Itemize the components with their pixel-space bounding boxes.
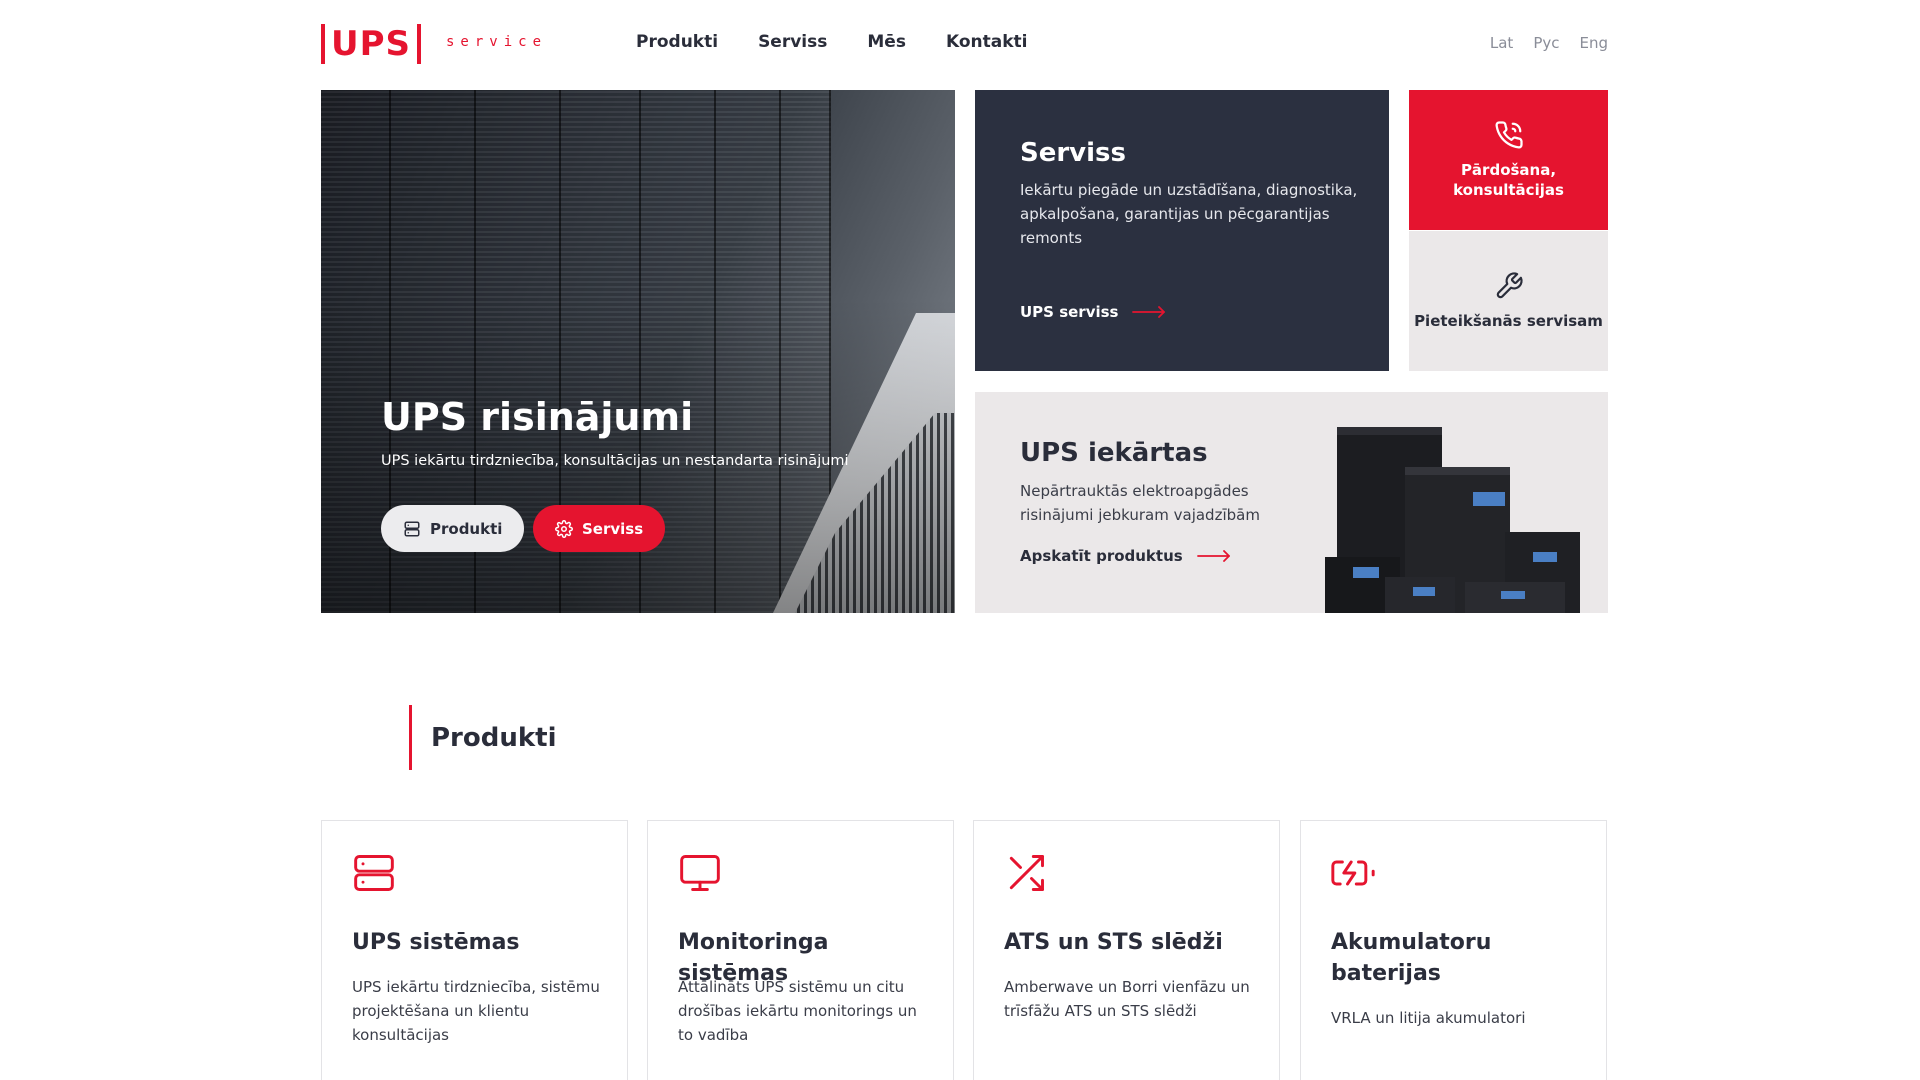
wrench-icon [1496, 272, 1523, 299]
hero-products-button[interactable]: Produkti [381, 505, 525, 552]
language-switcher: Lat Рус Eng [1490, 34, 1608, 52]
service-request-label: Pieteikšanās servisam [1414, 312, 1603, 330]
server-icon [354, 855, 394, 891]
gear-icon [555, 519, 573, 538]
monitor-icon [680, 855, 720, 891]
lang-eng[interactable]: Eng [1579, 34, 1608, 52]
product-card-title: UPS sistēmas [352, 930, 520, 955]
nav-item-kontakti[interactable]: Kontakti [946, 32, 1028, 52]
products-section-heading: Produkti [409, 705, 557, 770]
product-card-monitoring[interactable]: Monitoringa sistēmas Attālināts UPS sist… [647, 820, 954, 1080]
lang-rus[interactable]: Рус [1533, 34, 1559, 52]
nav-item-serviss[interactable]: Serviss [758, 32, 827, 52]
ups-units-image [1325, 427, 1580, 613]
product-card-title: ATS un STS slēdži [1004, 930, 1223, 955]
hero-title: UPS risinājumi [381, 395, 694, 439]
service-request-tile[interactable]: Pieteikšanās servisam [1409, 231, 1608, 371]
hero-subtitle: UPS iekārtu tirdzniecība, konsultācijas … [381, 453, 849, 469]
product-card-title: Akumulatoru baterijas [1331, 930, 1492, 986]
shuffle-icon [1009, 855, 1044, 891]
battery-charging-icon [1331, 860, 1375, 886]
hero-banner: UPS risinājumi UPS iekārtu tirdzniecība,… [321, 90, 955, 613]
service-card-text: Iekārtu piegāde un uzstādīšana, diagnost… [1020, 181, 1358, 247]
equipment-card-link-label: Apskatīt produktus [1020, 547, 1183, 565]
product-card-ups-systems[interactable]: UPS sistēmas UPS iekārtu tirdzniecība, s… [321, 820, 628, 1080]
logo[interactable]: UPS [321, 24, 422, 64]
sales-consultation-tile[interactable]: Pārdošana, konsultācijas [1409, 90, 1608, 230]
product-card-description: Attālināts UPS sistēmu un citu drošības … [678, 978, 917, 1044]
arrow-right-icon [1196, 550, 1230, 562]
site-header: UPS service Produkti Serviss Mēs Kontakt… [321, 24, 1608, 64]
nav-item-mes[interactable]: Mēs [867, 32, 906, 52]
equipment-card-text: Nepārtrauktās elektroapgādes risinājumi … [1020, 482, 1260, 524]
hero-products-button-label: Produkti [430, 519, 503, 538]
product-card-description: VRLA un litija akumulatori [1331, 1009, 1526, 1027]
service-card-link[interactable]: UPS serviss [1020, 303, 1166, 321]
phone-icon [1495, 121, 1523, 149]
sales-consultation-label: Pārdošana, konsultācijas [1453, 161, 1564, 199]
product-card-description: Amberwave un Borri vienfāzu un trīsfāžu … [1004, 978, 1250, 1020]
nav-item-produkti[interactable]: Produkti [636, 32, 718, 52]
hero-service-button[interactable]: Serviss [533, 505, 666, 552]
product-card-ats-sts[interactable]: ATS un STS slēdži Amberwave un Borri vie… [973, 820, 1280, 1080]
equipment-card-title: UPS iekārtas [1020, 438, 1208, 468]
lang-lat[interactable]: Lat [1490, 34, 1513, 52]
server-icon [404, 521, 420, 536]
logo-subtitle: service [446, 34, 548, 50]
main-nav: Produkti Serviss Mēs Kontakti [636, 32, 1027, 52]
service-card-title: Serviss [1020, 138, 1126, 168]
equipment-card-link[interactable]: Apskatīt produktus [1020, 547, 1231, 565]
service-card-link-label: UPS serviss [1020, 303, 1119, 321]
products-section-title: Produkti [431, 722, 557, 753]
product-card-batteries[interactable]: Akumulatoru baterijas VRLA un litija aku… [1300, 820, 1607, 1080]
hero-service-button-label: Serviss [582, 519, 644, 538]
arrow-right-icon [1132, 306, 1166, 318]
logo-bar-right [417, 24, 422, 64]
equipment-card: UPS iekārtas Nepārtrauktās elektroapgāde… [975, 392, 1608, 613]
logo-text: UPS [331, 24, 412, 64]
product-card-description: UPS iekārtu tirdzniecība, sistēmu projek… [352, 978, 600, 1044]
service-card: Serviss Iekārtu piegāde un uzstādīšana, … [975, 90, 1389, 371]
